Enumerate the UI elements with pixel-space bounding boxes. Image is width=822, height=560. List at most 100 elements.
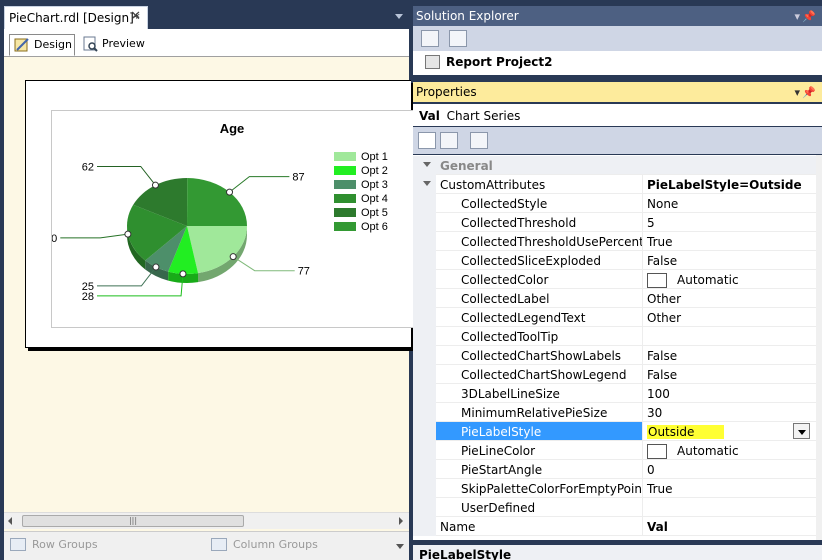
property-value[interactable]: 5: [642, 213, 816, 232]
collapse-icon[interactable]: [423, 181, 431, 186]
properties-title: Properties: [416, 85, 477, 99]
legend-item: Opt 1: [334, 150, 388, 164]
property-value[interactable]: 0: [642, 460, 816, 479]
leader-anchor: [152, 263, 160, 271]
property-row[interactable]: CollectedChartShowLegend False: [413, 365, 822, 384]
property-row[interactable]: CollectedColor Automatic: [413, 270, 822, 289]
categorized-icon[interactable]: [418, 132, 436, 149]
scroll-left-icon[interactable]: [8, 517, 12, 525]
row-gutter: [413, 479, 436, 498]
property-value[interactable]: Other: [642, 289, 816, 308]
legend-swatch: [334, 222, 356, 231]
object-selector[interactable]: Val Chart Series: [413, 104, 822, 126]
close-icon[interactable]: ✕: [130, 9, 141, 24]
horizontal-scrollbar[interactable]: |||: [4, 512, 409, 529]
property-row[interactable]: CollectedThreshold 5: [413, 213, 822, 232]
document-tab-title: PieChart.rdl [Design]*: [9, 11, 140, 25]
property-name: CollectedChartShowLegend: [436, 365, 642, 384]
property-value[interactable]: None: [642, 194, 816, 213]
property-value[interactable]: True: [642, 232, 816, 251]
property-name: UserDefined: [436, 498, 642, 517]
property-value-text: True: [647, 235, 673, 249]
property-row[interactable]: CollectedThresholdUsePercent True: [413, 232, 822, 251]
property-row[interactable]: CollectedLabel Other: [413, 289, 822, 308]
pin-icon[interactable]: 📌: [802, 10, 816, 23]
tab-design[interactable]: Design: [9, 34, 75, 56]
legend-swatch: [334, 208, 356, 217]
property-value[interactable]: True: [642, 479, 816, 498]
color-swatch: [647, 444, 667, 459]
property-value-text: 0: [647, 463, 655, 477]
property-value[interactable]: Val: [642, 517, 816, 536]
property-value-text: Outside: [647, 425, 725, 439]
property-row[interactable]: Name Val: [413, 517, 822, 536]
property-row[interactable]: PieLabelStyle Outside: [413, 422, 822, 441]
properties-titlebar[interactable]: Properties ▾ 📌: [413, 82, 822, 102]
property-value[interactable]: Other: [642, 308, 816, 327]
object-type: Chart Series: [446, 109, 521, 123]
property-value[interactable]: 30: [642, 403, 816, 422]
scroll-thumb[interactable]: |||: [22, 515, 244, 527]
property-name: PieStartAngle: [436, 460, 642, 479]
property-value[interactable]: PieLabelStyle=Outside: [642, 175, 816, 194]
show-all-files-icon[interactable]: [421, 30, 439, 47]
design-canvas[interactable]: Age 772825706287 Opt 1Opt 2Opt 3Opt 4Opt…: [4, 57, 421, 541]
property-value[interactable]: False: [642, 346, 816, 365]
property-value-text: False: [647, 349, 678, 363]
tab-design-label: Design: [34, 38, 72, 51]
category-general[interactable]: General: [413, 156, 822, 175]
property-value-text: Val: [647, 520, 668, 534]
property-value[interactable]: False: [642, 365, 816, 384]
property-row[interactable]: CollectedLegendText Other: [413, 308, 822, 327]
property-value[interactable]: Outside: [642, 422, 816, 441]
window-position-icon[interactable]: ▾: [794, 86, 800, 99]
property-row[interactable]: PieStartAngle 0: [413, 460, 822, 479]
property-name: CollectedStyle: [436, 194, 642, 213]
property-value[interactable]: [642, 327, 816, 346]
legend-swatch: [334, 180, 356, 189]
property-row[interactable]: 3DLabelLineSize 100: [413, 384, 822, 403]
property-value[interactable]: False: [642, 251, 816, 270]
scroll-right-icon[interactable]: [399, 517, 403, 525]
properties-icon[interactable]: [449, 30, 467, 47]
collapse-icon[interactable]: [423, 162, 431, 167]
property-name: CollectedThreshold: [436, 213, 642, 232]
tree-item-report-project[interactable]: Report Project2: [446, 55, 552, 69]
property-row[interactable]: SkipPaletteColorForEmptyPoint True: [413, 479, 822, 498]
alphabetical-icon[interactable]: [440, 132, 458, 149]
property-value[interactable]: Automatic: [642, 441, 816, 460]
column-groups-header[interactable]: Column Groups: [209, 538, 318, 551]
report-project-icon: [425, 55, 440, 69]
property-row[interactable]: CollectedStyle None: [413, 194, 822, 213]
grouping-dropdown-icon[interactable]: [396, 544, 404, 549]
document-tab[interactable]: PieChart.rdl [Design]* ✕: [4, 6, 148, 29]
window-position-icon[interactable]: ▾: [794, 10, 800, 23]
tab-preview[interactable]: Preview: [78, 34, 150, 56]
pin-icon[interactable]: 📌: [802, 86, 816, 99]
property-row[interactable]: CollectedChartShowLabels False: [413, 346, 822, 365]
property-row[interactable]: UserDefined: [413, 498, 822, 517]
property-row[interactable]: PieLineColor Automatic: [413, 441, 822, 460]
property-value[interactable]: [642, 498, 816, 517]
property-value[interactable]: 100: [642, 384, 816, 403]
solution-explorer-titlebar[interactable]: Solution Explorer ▾ 📌: [413, 6, 822, 26]
leader-line: [232, 256, 295, 272]
document-body: Design Preview Age 772825706287 Opt 1Opt…: [4, 29, 421, 541]
report-body[interactable]: Age 772825706287 Opt 1Opt 2Opt 3Opt 4Opt…: [25, 80, 421, 348]
property-value[interactable]: Automatic: [642, 270, 816, 289]
value-dropdown-button[interactable]: [793, 423, 810, 439]
tab-list-dropdown-icon[interactable]: [395, 14, 403, 19]
row-gutter: [413, 498, 436, 517]
pie-chart[interactable]: Age 772825706287 Opt 1Opt 2Opt 3Opt 4Opt…: [51, 110, 421, 328]
property-row[interactable]: CollectedSliceExploded False: [413, 251, 822, 270]
row-groups-header[interactable]: Row Groups: [8, 538, 98, 551]
property-pages-icon[interactable]: [470, 132, 488, 149]
leader-anchor: [124, 230, 132, 238]
document-tab-strip: PieChart.rdl [Design]* ✕: [0, 6, 409, 29]
row-gutter: [413, 232, 436, 251]
property-row[interactable]: MinimumRelativePieSize 30: [413, 403, 822, 422]
data-label: 87: [292, 172, 304, 184]
property-row[interactable]: CustomAttributes PieLabelStyle=Outside: [413, 175, 822, 194]
property-grid-scrollbar[interactable]: [816, 155, 822, 540]
property-row[interactable]: CollectedToolTip: [413, 327, 822, 346]
